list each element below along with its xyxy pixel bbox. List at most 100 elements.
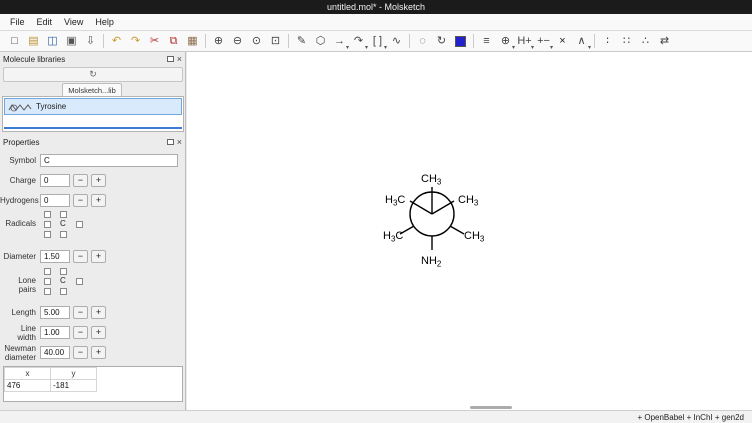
library-item-label: Tyrosine <box>36 102 66 111</box>
newman-diameter-decrement-button[interactable]: − <box>73 346 88 359</box>
coordinates-table[interactable]: x y 476 -181 <box>4 367 97 392</box>
coordinates-data-row[interactable]: 476 -181 <box>5 380 97 392</box>
left-panel: Molecule libraries × ↻ Molsketch...lib T… <box>0 52 186 410</box>
atom-label-upper-left[interactable]: H3C <box>385 194 405 208</box>
statusbar-text: + OpenBabel + InChI + gen2d <box>637 413 744 422</box>
diameter-increment-button[interactable]: + <box>91 250 106 263</box>
delete-tool-button[interactable]: × <box>553 32 572 50</box>
open-file-button[interactable]: ▤ <box>24 32 43 50</box>
draw-tool-button[interactable]: ✎ <box>292 32 311 50</box>
drawing-canvas[interactable]: CH3 H3C CH3 H3C CH3 NH2 <box>187 52 752 410</box>
line-width-input[interactable] <box>40 326 70 339</box>
charge-tool-button[interactable]: ⊕▾ <box>496 32 515 50</box>
menu-help[interactable]: Help <box>89 15 120 29</box>
radical-checkbox[interactable] <box>44 221 51 228</box>
hydrogens-decrement-button[interactable]: − <box>73 194 88 207</box>
menu-file[interactable]: File <box>4 15 31 29</box>
charge-increment-button[interactable]: + <box>91 174 106 187</box>
radical-checkbox[interactable] <box>76 221 83 228</box>
ring-tool-icon: ⬡ <box>316 36 326 47</box>
lone-pair-checkbox[interactable] <box>44 278 51 285</box>
lone-pair-checkbox[interactable] <box>60 288 67 295</box>
ring-tool-button[interactable]: ⬡ <box>311 32 330 50</box>
radical-checkbox[interactable] <box>60 231 67 238</box>
atom-label-bottom[interactable]: NH2 <box>421 255 442 269</box>
electron-button[interactable]: ∴ <box>636 32 655 50</box>
color-picker-button[interactable] <box>451 32 470 50</box>
save-file-button[interactable]: ◫ <box>43 32 62 50</box>
align-button[interactable]: ≡ <box>477 32 496 50</box>
zoom-fit-button[interactable]: ⊡ <box>266 32 285 50</box>
length-decrement-button[interactable]: − <box>73 306 88 319</box>
lone-pair-checkbox[interactable] <box>44 268 51 275</box>
copy-icon: ⧉ <box>170 36 178 47</box>
lone-pair-checkbox[interactable] <box>44 288 51 295</box>
menu-edit[interactable]: Edit <box>31 15 59 29</box>
float-dock-icon[interactable] <box>167 56 174 62</box>
diameter-input[interactable] <box>40 250 70 263</box>
radical-checkbox[interactable] <box>60 211 67 218</box>
atom-label-top[interactable]: CH3 <box>421 173 442 187</box>
convert-button[interactable]: ⇄ <box>655 32 674 50</box>
coordinate-x-cell[interactable]: 476 <box>5 380 51 392</box>
chain-tool-button[interactable]: ∿ <box>387 32 406 50</box>
library-list[interactable]: Tyrosine <box>2 96 184 132</box>
cut-button[interactable]: ✂ <box>145 32 164 50</box>
increment-decrement-button[interactable]: +−▾ <box>534 32 553 50</box>
float-dock-icon[interactable] <box>167 139 174 145</box>
charge-input[interactable] <box>40 174 70 187</box>
symbol-label: Symbol <box>0 156 40 165</box>
window-titlebar[interactable]: untitled.mol* - Molsketch <box>0 0 752 14</box>
hydrogen-tool-button[interactable]: H+▾ <box>515 32 534 50</box>
lone-pair-button[interactable]: ∶ <box>598 32 617 50</box>
radical-checkbox[interactable] <box>44 231 51 238</box>
length-row: Length − + <box>0 305 185 320</box>
reload-icon: ↻ <box>89 69 97 80</box>
diameter-decrement-button[interactable]: − <box>73 250 88 263</box>
library-item-tyrosine[interactable]: Tyrosine <box>4 98 182 115</box>
zoom-in-button[interactable]: ⊕ <box>209 32 228 50</box>
paste-button[interactable]: ▦ <box>183 32 202 50</box>
radical-checkbox[interactable] <box>44 211 51 218</box>
coordinate-y-cell[interactable]: -181 <box>51 380 97 392</box>
reaction-arrow-button[interactable]: →▾ <box>330 32 349 50</box>
radical-button[interactable]: ∷ <box>617 32 636 50</box>
close-dock-icon[interactable]: × <box>177 55 182 63</box>
symbol-input[interactable] <box>40 154 178 167</box>
close-dock-icon[interactable]: × <box>177 138 182 146</box>
library-tab[interactable]: Molsketch...lib <box>62 83 122 96</box>
undo-button[interactable]: ↶ <box>107 32 126 50</box>
atom-label-upper-right[interactable]: CH3 <box>458 194 479 208</box>
lone-pair-checkbox[interactable] <box>76 278 83 285</box>
horizontal-scrollbar[interactable] <box>470 406 512 409</box>
atom-label-lower-left[interactable]: H3C <box>383 230 403 244</box>
atom-label-lower-right[interactable]: CH3 <box>464 230 485 244</box>
menu-view[interactable]: View <box>58 15 89 29</box>
newman-diameter-input[interactable] <box>40 346 70 359</box>
flip-tool-button[interactable]: ∧▾ <box>572 32 591 50</box>
new-document-button[interactable]: □ <box>5 32 24 50</box>
print-button[interactable]: ▣ <box>62 32 81 50</box>
rotate-tool-button[interactable]: ↻ <box>432 32 451 50</box>
lasso-tool-button[interactable]: ◌ <box>413 32 432 50</box>
hydrogens-increment-button[interactable]: + <box>91 194 106 207</box>
zoom-out-button[interactable]: ⊖ <box>228 32 247 50</box>
toolbar-separator <box>409 34 410 48</box>
redo-button[interactable]: ↷ <box>126 32 145 50</box>
mechanism-arrow-button[interactable]: ↷▾ <box>349 32 368 50</box>
length-input[interactable] <box>40 306 70 319</box>
export-button[interactable]: ⇩ <box>81 32 100 50</box>
copy-button[interactable]: ⧉ <box>164 32 183 50</box>
align-icon: ≡ <box>483 36 489 47</box>
bracket-tool-button[interactable]: [ ]▾ <box>368 32 387 50</box>
charge-decrement-button[interactable]: − <box>73 174 88 187</box>
lone-pair-checkbox[interactable] <box>60 268 67 275</box>
line-width-decrement-button[interactable]: − <box>73 326 88 339</box>
length-increment-button[interactable]: + <box>91 306 106 319</box>
hydrogens-input[interactable] <box>40 194 70 207</box>
radicals-label: Radicals <box>0 219 40 228</box>
reload-library-button[interactable]: ↻ <box>3 67 183 82</box>
newman-diameter-increment-button[interactable]: + <box>91 346 106 359</box>
zoom-original-button[interactable]: ⊙ <box>247 32 266 50</box>
line-width-increment-button[interactable]: + <box>91 326 106 339</box>
